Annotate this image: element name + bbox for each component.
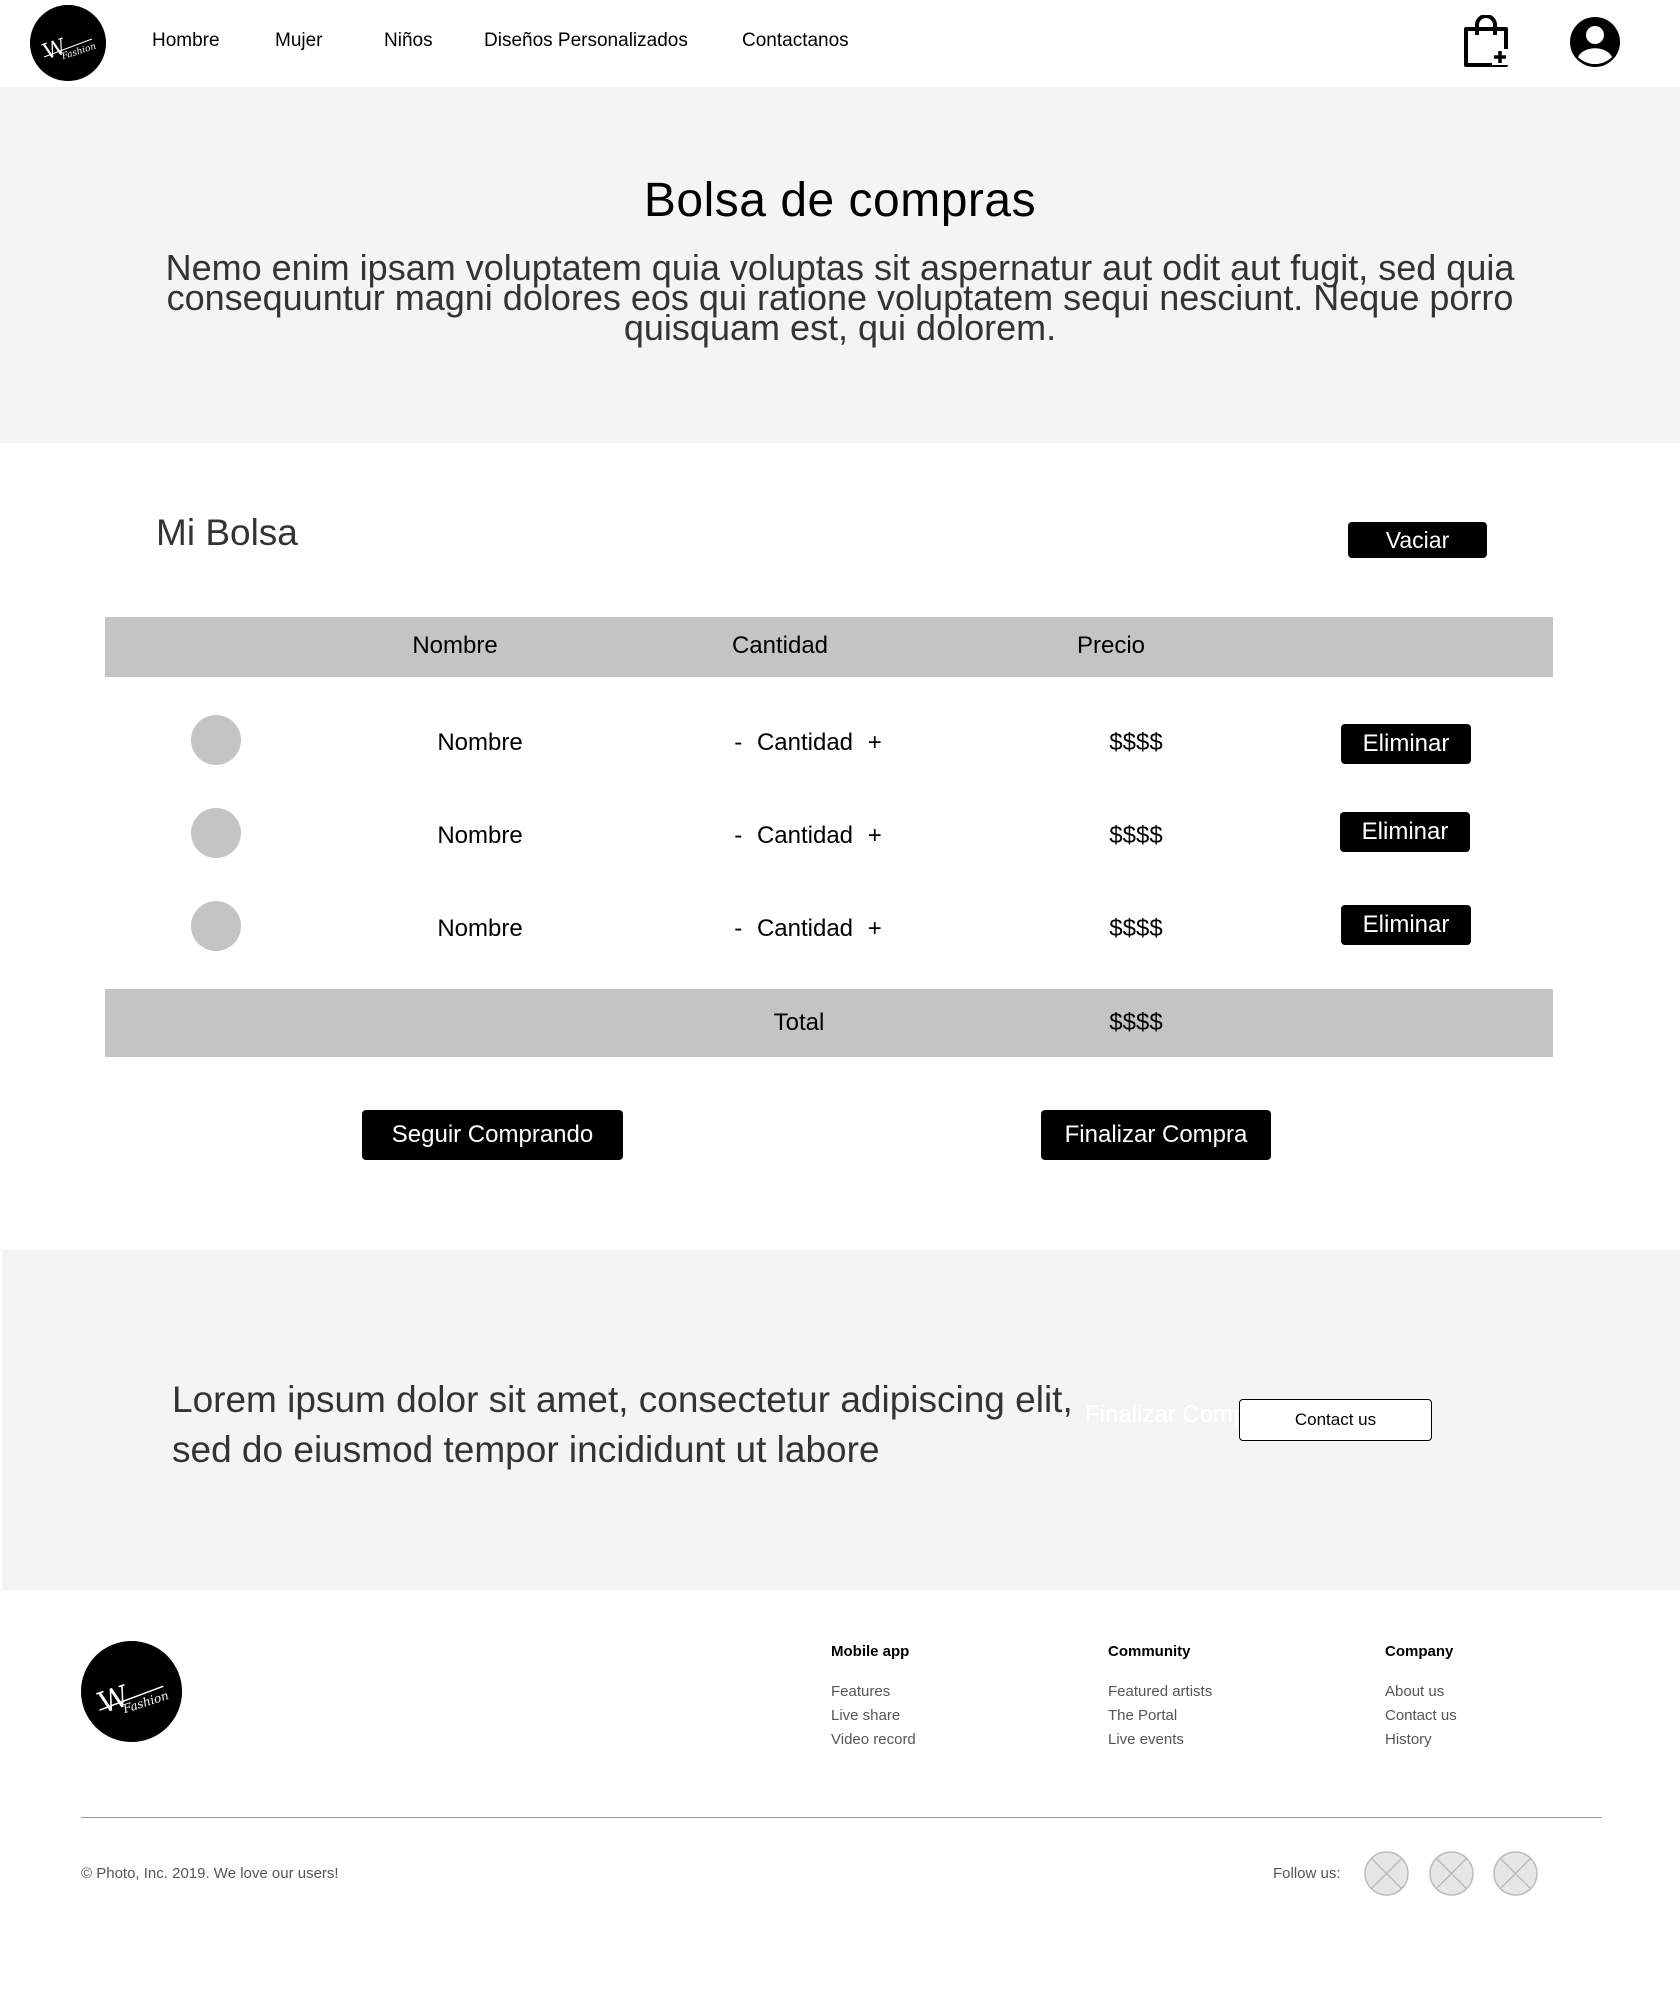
footer-logo-mark: W Fashion [81, 1641, 182, 1742]
product-price: $$$$ [1109, 729, 1163, 756]
footer-link-history[interactable]: History [1385, 1731, 1432, 1748]
decrease-quantity-button[interactable]: - [734, 822, 742, 850]
product-price: $$$$ [1109, 915, 1163, 942]
quantity-value: Cantidad [756, 822, 854, 849]
footer-column-title: Community [1108, 1643, 1191, 1660]
nav-ninos[interactable]: Niños [384, 30, 433, 52]
footer-link-live-share[interactable]: Live share [831, 1707, 900, 1724]
contact-us-button[interactable]: Contact us [1239, 1399, 1432, 1441]
shopping-bag-add-icon[interactable] [1462, 14, 1510, 69]
clear-bag-button[interactable]: Vaciar [1348, 522, 1487, 558]
footer-link-video-record[interactable]: Video record [831, 1731, 916, 1748]
remove-item-button[interactable]: Eliminar [1341, 724, 1471, 764]
quantity-value: Cantidad [756, 915, 854, 942]
hidden-checkout-label: Finalizar Compra [1085, 1401, 1240, 1428]
remove-item-button[interactable]: Eliminar [1341, 905, 1471, 945]
decrease-quantity-button[interactable]: - [734, 729, 742, 757]
footer-link-featured-artists[interactable]: Featured artists [1108, 1683, 1212, 1700]
page-title: Bolsa de compras [643, 174, 1037, 227]
column-header-nombre: Nombre [412, 632, 498, 659]
product-thumbnail [191, 901, 241, 951]
product-thumbnail [191, 808, 241, 858]
footer-link-live-events[interactable]: Live events [1108, 1731, 1184, 1748]
table-header: Nombre Cantidad Precio [105, 617, 1553, 677]
total-label: Total [773, 1009, 825, 1036]
social-placeholder-icon[interactable] [1364, 1851, 1409, 1896]
nav-contactanos[interactable]: Contactanos [742, 30, 849, 52]
brand-logo-mark: W Fashion [30, 5, 106, 81]
cta-banner: Lorem ipsum dolor sit amet, consectetur … [2, 1250, 1680, 1590]
total-value: $$$$ [1109, 1009, 1163, 1036]
hero-description: Nemo enim ipsam voluptatem quia voluptas… [165, 247, 1515, 348]
footer-column-title: Company [1385, 1643, 1454, 1660]
copyright-text: © Photo, Inc. 2019. We love our users! [81, 1865, 339, 1882]
product-name: Nombre [437, 729, 523, 756]
continue-shopping-button[interactable]: Seguir Comprando [362, 1110, 623, 1160]
column-header-precio: Precio [1076, 632, 1146, 659]
quantity-value: Cantidad [756, 729, 854, 756]
nav-mujer[interactable]: Mujer [275, 30, 323, 52]
remove-item-button[interactable]: Eliminar [1340, 812, 1470, 852]
brand-logo[interactable]: W Fashion [30, 5, 106, 81]
follow-us-label: Follow us: [1273, 1865, 1341, 1882]
quantity-stepper: - Cantidad + [718, 729, 898, 757]
column-header-cantidad: Cantidad [731, 632, 829, 659]
social-placeholder-icon[interactable] [1429, 1851, 1474, 1896]
product-thumbnail [191, 715, 241, 765]
footer-column-title: Mobile app [831, 1643, 910, 1660]
footer-link-the-portal[interactable]: The Portal [1108, 1707, 1177, 1724]
footer-link-contact-us[interactable]: Contact us [1385, 1707, 1457, 1724]
table-total-row: Total $$$$ [105, 989, 1553, 1057]
increase-quantity-button[interactable]: + [868, 729, 882, 757]
social-placeholder-icon[interactable] [1493, 1851, 1538, 1896]
checkout-button[interactable]: Finalizar Compra [1041, 1110, 1271, 1160]
product-name: Nombre [437, 822, 523, 849]
product-name: Nombre [437, 915, 523, 942]
bag-title: Mi Bolsa [156, 512, 298, 553]
footer-link-about-us[interactable]: About us [1385, 1683, 1444, 1700]
cta-text: Lorem ipsum dolor sit amet, consectetur … [172, 1379, 1073, 1470]
decrease-quantity-button[interactable]: - [734, 915, 742, 943]
footer-divider [81, 1817, 1602, 1818]
footer-link-features[interactable]: Features [831, 1683, 890, 1700]
increase-quantity-button[interactable]: + [868, 915, 882, 943]
increase-quantity-button[interactable]: + [868, 822, 882, 850]
site-header: W Fashion Hombre Mujer Niños Diseños Per… [0, 0, 1680, 87]
footer-logo[interactable]: W Fashion [81, 1641, 182, 1742]
product-price: $$$$ [1109, 822, 1163, 849]
quantity-stepper: - Cantidad + [718, 822, 898, 850]
hero-banner: Bolsa de compras Nemo enim ipsam volupta… [0, 87, 1680, 443]
user-account-icon[interactable] [1569, 16, 1621, 68]
quantity-stepper: - Cantidad + [718, 915, 898, 943]
nav-hombre[interactable]: Hombre [152, 30, 220, 52]
nav-disenos-personalizados[interactable]: Diseños Personalizados [484, 30, 688, 52]
